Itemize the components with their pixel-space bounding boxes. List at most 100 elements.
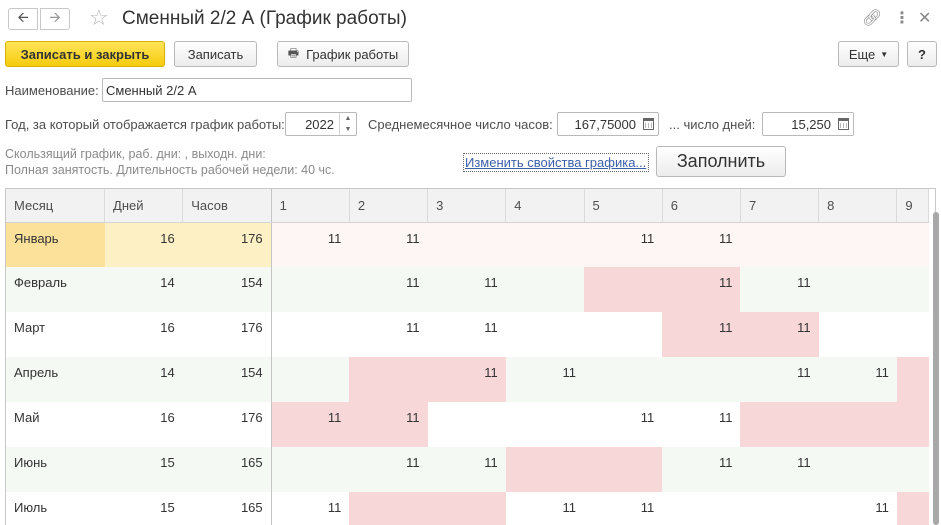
column-header-day[interactable]: 3 [427,189,507,223]
hours-cell[interactable]: 165 [182,447,272,492]
close-icon[interactable]: ✕ [918,8,931,28]
column-header-days[interactable]: Дней [104,189,184,223]
day-hours-cell[interactable]: 11 [427,447,506,492]
hours-cell[interactable]: 154 [182,267,272,312]
day-hours-cell[interactable]: 11 [662,267,741,312]
day-hours-cell[interactable]: 11 [427,357,506,402]
day-hours-cell[interactable]: 11 [349,312,428,357]
day-hours-cell[interactable] [818,267,897,312]
day-hours-cell[interactable] [662,492,741,525]
day-hours-cell[interactable] [271,267,350,312]
schedule-table[interactable]: Месяц Дней Часов 1 2 3 4 5 6 7 8 9 Январ… [5,188,936,525]
column-header-hours[interactable]: Часов [182,189,272,223]
days-cell[interactable]: 15 [104,447,183,492]
day-hours-cell[interactable]: 11 [662,312,741,357]
table-row[interactable]: Январь 16 176 11 11 11 11 [6,222,929,267]
back-button[interactable]: 🡨 [8,8,38,30]
hours-cell[interactable]: 176 [182,402,272,447]
day-hours-cell[interactable] [740,402,819,447]
day-hours-cell[interactable] [896,267,929,312]
day-hours-cell[interactable]: 11 [584,222,663,267]
calculator-icon[interactable] [838,118,849,130]
link-icon[interactable]: 🔗︎ [862,8,882,28]
days-cell[interactable]: 16 [104,312,183,357]
day-hours-cell[interactable]: 11 [662,222,741,267]
day-hours-cell[interactable]: 11 [662,402,741,447]
column-header-month[interactable]: Месяц [6,189,106,223]
day-hours-cell[interactable]: 11 [427,267,506,312]
favorite-star-icon[interactable]: ☆ [89,5,109,31]
column-header-day[interactable]: 6 [662,189,741,223]
month-cell[interactable]: Июнь [6,447,105,492]
day-hours-cell[interactable]: 11 [427,312,506,357]
forward-button[interactable]: 🡪 [40,8,70,30]
days-cell[interactable]: 16 [104,222,183,267]
month-cell[interactable]: Март [6,312,105,357]
table-row[interactable]: Май 16 176 11 11 11 11 [6,402,929,447]
spin-down-icon[interactable]: ▼ [345,126,352,133]
day-hours-cell[interactable] [427,222,506,267]
more-button[interactable]: Еще ▼ [838,41,899,67]
day-hours-cell[interactable] [818,447,897,492]
spin-up-icon[interactable]: ▲ [345,115,352,122]
day-hours-cell[interactable] [349,492,428,525]
day-hours-cell[interactable] [505,447,585,492]
avg-hours-field[interactable]: 167,75000 [557,112,659,136]
column-header-day[interactable]: 5 [584,189,663,223]
more-vertical-icon[interactable]: ⋮ [894,8,910,28]
day-hours-cell[interactable] [740,492,819,525]
day-hours-cell[interactable] [271,447,350,492]
day-hours-cell[interactable]: 11 [740,267,819,312]
day-hours-cell[interactable] [505,267,585,312]
day-hours-cell[interactable] [818,312,897,357]
hours-cell[interactable]: 176 [182,222,272,267]
day-hours-cell[interactable] [505,312,585,357]
day-hours-cell[interactable] [505,222,585,267]
days-cell[interactable]: 16 [104,402,183,447]
column-header-day[interactable]: 2 [349,189,429,223]
day-hours-cell[interactable] [896,447,929,492]
day-hours-cell[interactable] [896,492,929,525]
day-hours-cell[interactable]: 11 [505,492,585,525]
table-row[interactable]: Февраль 14 154 11 11 11 11 [6,267,929,312]
calculator-icon[interactable] [643,118,654,130]
day-hours-cell[interactable] [584,312,663,357]
month-cell[interactable]: Январь [6,222,105,267]
day-hours-cell[interactable] [896,357,929,402]
day-hours-cell[interactable]: 11 [349,267,428,312]
table-row[interactable]: Март 16 176 11 11 11 11 [6,312,929,357]
day-hours-cell[interactable] [427,402,506,447]
day-hours-cell[interactable]: 11 [740,312,819,357]
day-hours-cell[interactable]: 11 [818,357,897,402]
day-hours-cell[interactable] [349,357,428,402]
month-cell[interactable]: Май [6,402,105,447]
day-hours-cell[interactable]: 11 [271,222,350,267]
day-hours-cell[interactable]: 11 [740,447,819,492]
hours-cell[interactable]: 165 [182,492,272,525]
column-header-day[interactable]: 4 [505,189,585,223]
days-count-field[interactable]: 15,250 [762,112,854,136]
vertical-scrollbar[interactable] [933,212,939,525]
year-spinner[interactable]: 2022 ▲ ▼ [285,112,357,136]
day-hours-cell[interactable] [584,267,663,312]
day-hours-cell[interactable]: 11 [349,402,428,447]
save-button[interactable]: Записать [174,41,257,67]
day-hours-cell[interactable]: 11 [584,402,663,447]
help-button[interactable]: ? [907,41,937,67]
day-hours-cell[interactable]: 11 [349,447,428,492]
column-header-day[interactable]: 9 [896,189,929,223]
work-schedule-button[interactable]: 🖶︎ График работы [277,41,409,67]
day-hours-cell[interactable]: 11 [505,357,585,402]
days-cell[interactable]: 15 [104,492,183,525]
month-cell[interactable]: Апрель [6,357,105,402]
day-hours-cell[interactable]: 11 [271,492,350,525]
table-row[interactable]: Апрель 14 154 11 11 11 11 [6,357,929,402]
day-hours-cell[interactable]: 11 [818,492,897,525]
days-cell[interactable]: 14 [104,357,183,402]
column-header-day[interactable]: 7 [740,189,820,223]
table-row[interactable]: Июнь 15 165 11 11 11 11 [6,447,929,492]
day-hours-cell[interactable] [818,222,897,267]
day-hours-cell[interactable] [584,447,663,492]
day-hours-cell[interactable] [896,222,929,267]
column-header-day[interactable]: 1 [271,189,350,223]
